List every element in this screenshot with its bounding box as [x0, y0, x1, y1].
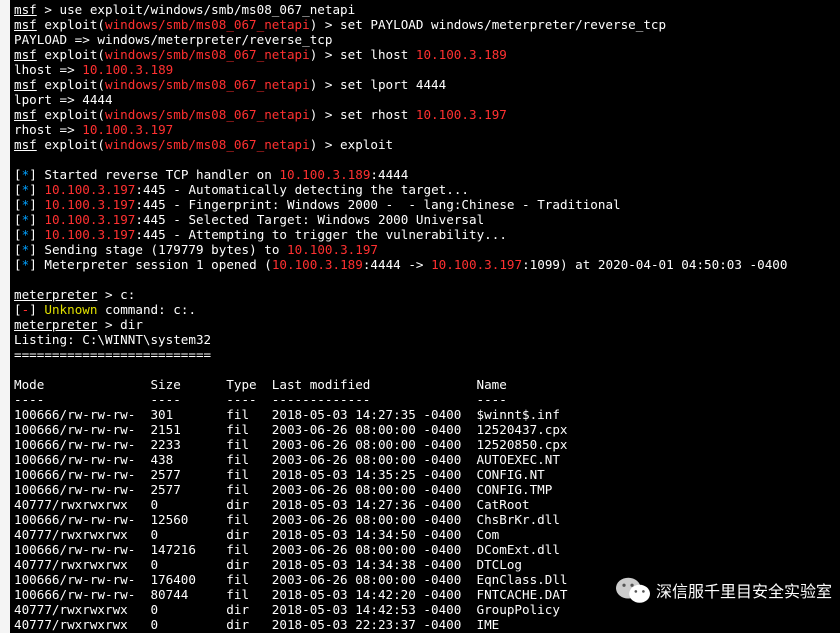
terminal-output[interactable]: msf > use exploit/windows/smb/ms08_067_n… — [0, 0, 840, 632]
